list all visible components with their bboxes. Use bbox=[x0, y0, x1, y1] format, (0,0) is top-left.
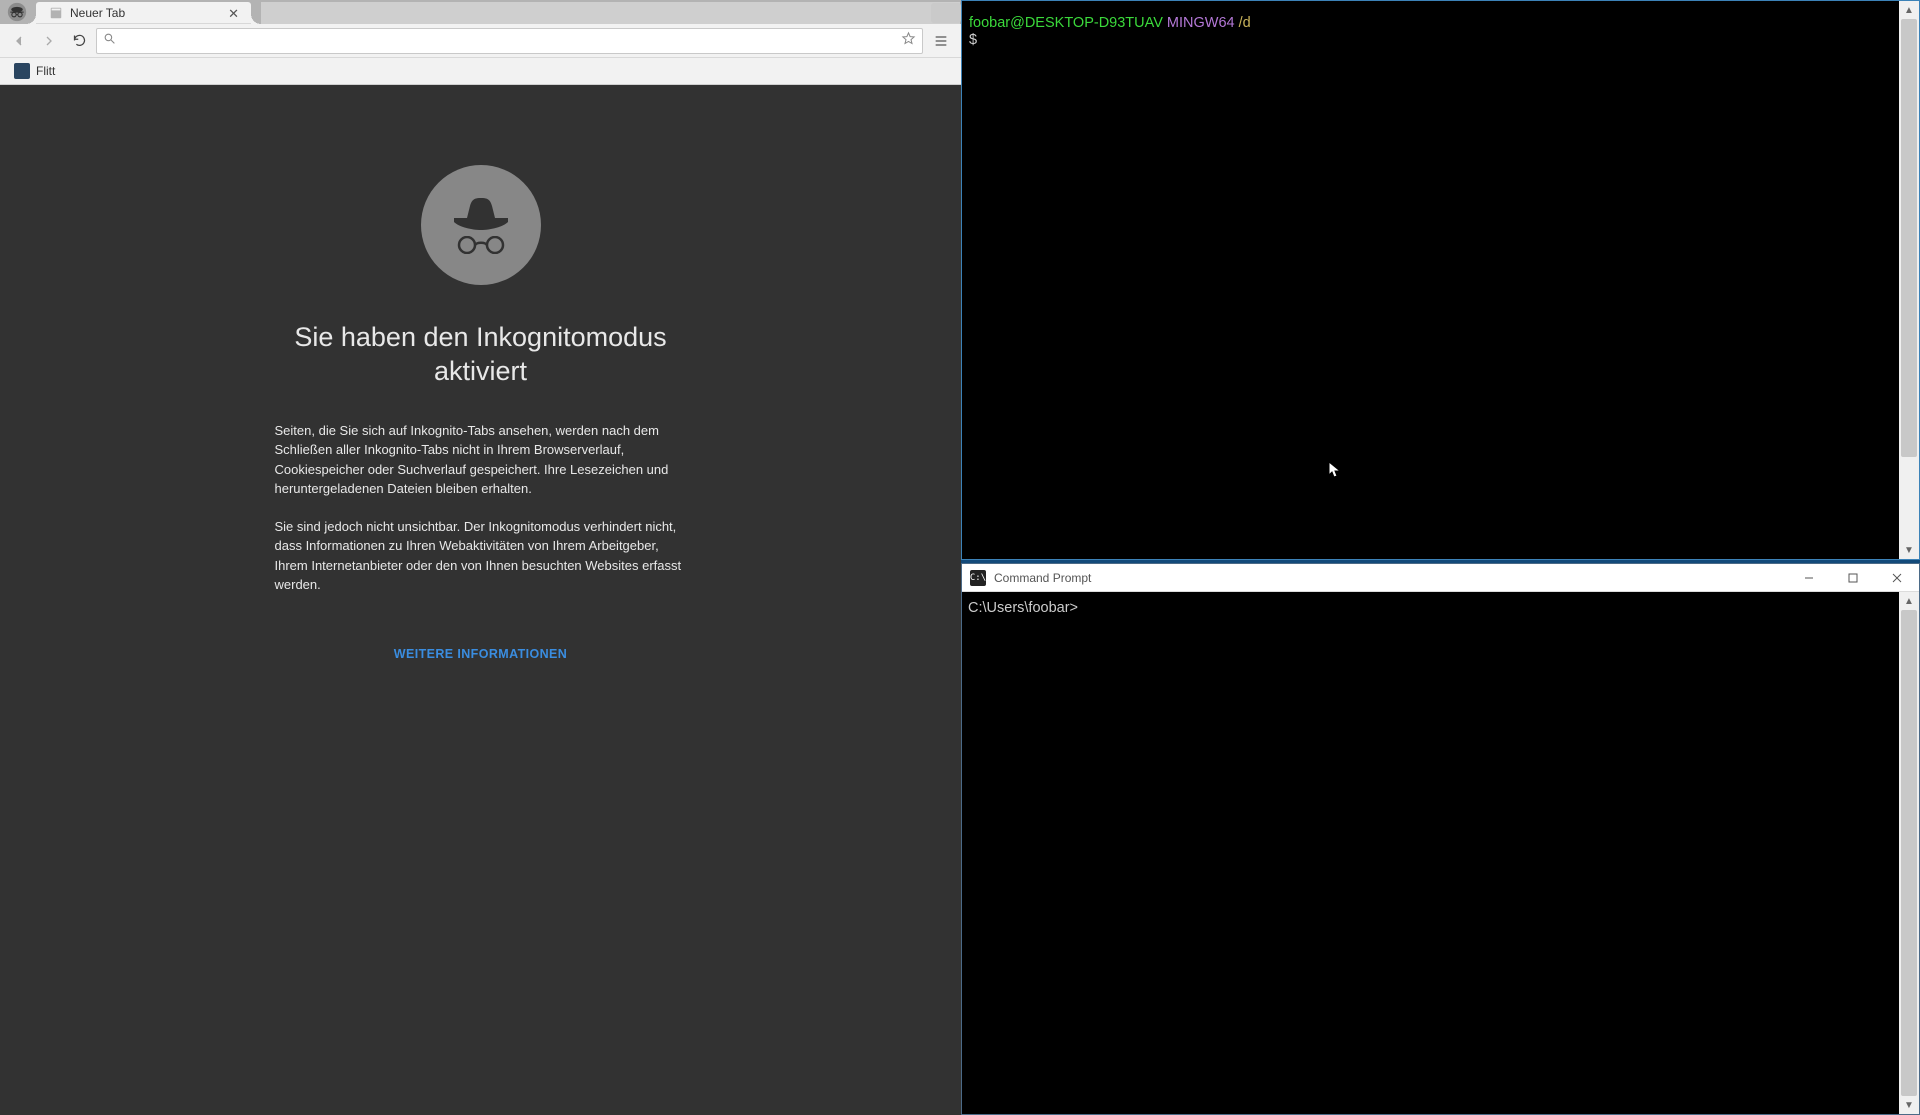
tab-strip-background bbox=[261, 2, 960, 24]
address-input[interactable] bbox=[122, 33, 901, 48]
bookmark-favicon-icon bbox=[14, 63, 30, 79]
scroll-down-icon[interactable]: ▼ bbox=[1899, 541, 1919, 559]
tab-close-icon[interactable]: ✕ bbox=[226, 7, 241, 20]
back-button[interactable] bbox=[6, 28, 32, 54]
cmd-titlebar[interactable]: C:\ Command Prompt bbox=[962, 564, 1919, 592]
bookmark-bar: Flitt bbox=[0, 58, 961, 85]
cmd-prompt: C:\Users\foobar> bbox=[968, 600, 1078, 616]
cmd-title: Command Prompt bbox=[994, 571, 1787, 585]
bookmark-star-icon[interactable] bbox=[901, 31, 916, 51]
bookmark-label: Flitt bbox=[36, 64, 55, 78]
scroll-thumb[interactable] bbox=[1901, 19, 1917, 457]
incognito-page: Sie haben den Inkognitomodus aktiviert S… bbox=[0, 85, 961, 1115]
mouse-cursor-icon bbox=[1328, 461, 1342, 479]
bookmark-item[interactable]: Flitt bbox=[8, 60, 61, 82]
minimize-button[interactable] bbox=[1787, 564, 1831, 592]
window-controls bbox=[1787, 564, 1919, 592]
mingw-terminal-window: foobar@DESKTOP-D93TUAV MINGW64 /d $ ▲ ▼ bbox=[961, 0, 1920, 560]
browser-tab[interactable]: Neuer Tab ✕ bbox=[36, 2, 251, 24]
incognito-description-2: Sie sind jedoch nicht unsichtbar. Der In… bbox=[275, 517, 687, 595]
prompt-system: MINGW64 bbox=[1167, 15, 1235, 31]
cmd-window: C:\ Command Prompt C:\Users\foobar> ▲ ▼ bbox=[961, 563, 1920, 1115]
cmd-app-icon: C:\ bbox=[970, 570, 986, 586]
scroll-track[interactable] bbox=[1899, 610, 1919, 1096]
prompt-path: /d bbox=[1239, 15, 1251, 31]
chrome-menu-button[interactable] bbox=[927, 28, 955, 54]
tab-title: Neuer Tab bbox=[70, 6, 226, 20]
search-icon bbox=[103, 32, 116, 50]
learn-more-link[interactable]: WEITERE INFORMATIONEN bbox=[394, 647, 567, 661]
scrollbar[interactable]: ▲ ▼ bbox=[1899, 1, 1919, 559]
prompt-user: foobar@DESKTOP-D93TUAV bbox=[969, 15, 1163, 31]
scrollbar[interactable]: ▲ ▼ bbox=[1899, 592, 1919, 1114]
page-title: Sie haben den Inkognitomodus aktiviert bbox=[251, 321, 711, 389]
address-bar[interactable] bbox=[96, 28, 923, 54]
toolbar bbox=[0, 24, 961, 58]
chrome-window: Neuer Tab ✕ Flitt bbox=[0, 0, 961, 1115]
scroll-thumb[interactable] bbox=[1901, 610, 1917, 1096]
maximize-button[interactable] bbox=[1831, 564, 1875, 592]
prompt-symbol: $ bbox=[969, 32, 977, 48]
scroll-up-icon[interactable]: ▲ bbox=[1899, 1, 1919, 19]
scroll-track[interactable] bbox=[1899, 19, 1919, 541]
tab-favicon-icon bbox=[48, 5, 64, 21]
scroll-up-icon[interactable]: ▲ bbox=[1899, 592, 1919, 610]
forward-button[interactable] bbox=[36, 28, 62, 54]
close-button[interactable] bbox=[1875, 564, 1919, 592]
terminal-line: foobar@DESKTOP-D93TUAV MINGW64 /d bbox=[969, 15, 1893, 32]
incognito-hero-icon bbox=[421, 165, 541, 285]
reload-button[interactable] bbox=[66, 28, 92, 54]
new-tab-button[interactable] bbox=[931, 3, 961, 23]
scroll-down-icon[interactable]: ▼ bbox=[1899, 1096, 1919, 1114]
incognito-description-1: Seiten, die Sie sich auf Inkognito-Tabs … bbox=[275, 421, 687, 499]
terminal-line: $ bbox=[969, 32, 1893, 49]
mingw-terminal-body[interactable]: foobar@DESKTOP-D93TUAV MINGW64 /d $ bbox=[965, 9, 1897, 551]
cmd-terminal-body[interactable]: C:\Users\foobar> bbox=[964, 594, 1897, 1112]
tab-strip: Neuer Tab ✕ bbox=[0, 0, 961, 24]
